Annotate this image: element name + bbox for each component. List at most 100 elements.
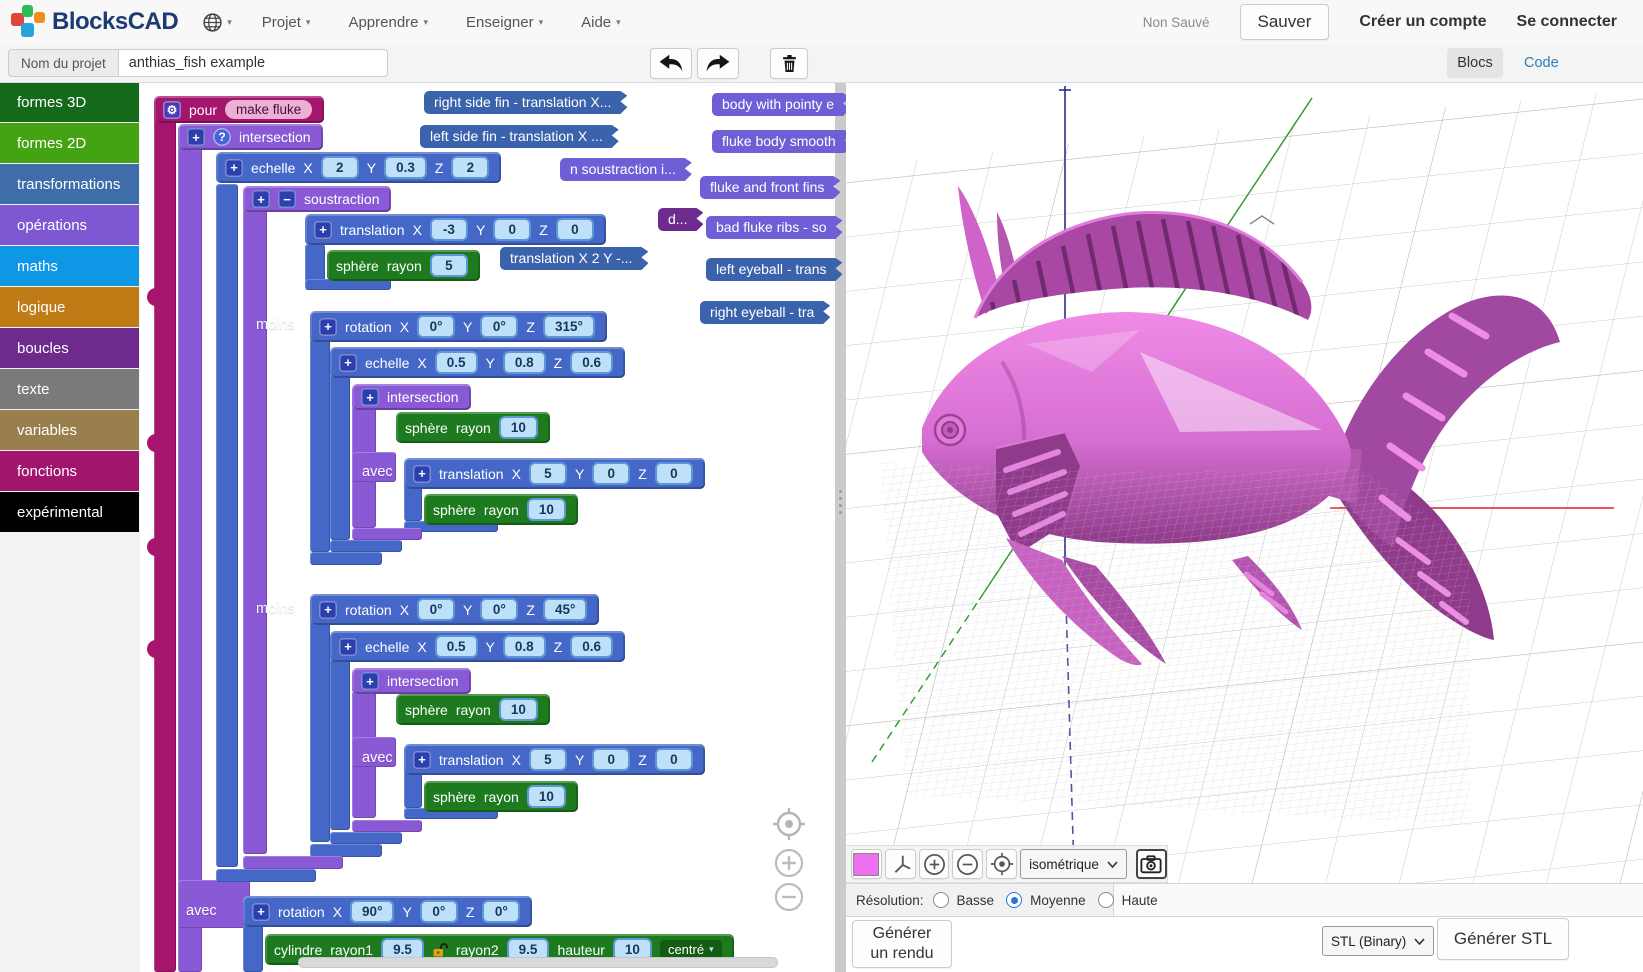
scale-block[interactable]: +echelleX0.5Y0.8Z0.6 [330, 347, 625, 378]
translate-block[interactable]: +translationX-3Y0Z0 [305, 214, 606, 245]
menu-apprendre[interactable]: Apprendre▾ [348, 14, 428, 31]
value-field[interactable]: 5 [529, 462, 567, 485]
value-field[interactable]: 0.6 [570, 351, 613, 374]
resolution-option-label[interactable]: Moyenne [1030, 893, 1086, 908]
project-name-input[interactable] [118, 49, 388, 77]
toolbox-category-maths[interactable]: maths [0, 246, 139, 286]
difference-block[interactable]: +−soustraction [243, 186, 391, 212]
value-field[interactable]: 2 [321, 156, 359, 179]
collapsed-block[interactable]: d... [658, 208, 703, 231]
toolbox-category-expérimental[interactable]: expérimental [0, 492, 139, 532]
value-field[interactable]: 45° [543, 598, 587, 621]
toolbox-category-logique[interactable]: logique [0, 287, 139, 327]
toolbox-category-formes-3d[interactable]: formes 3D [0, 82, 139, 122]
value-field[interactable]: 0.6 [570, 635, 613, 658]
zoom-out-control[interactable] [774, 882, 804, 912]
render-button[interactable]: Générer un rendu [852, 920, 952, 968]
reset-view-button[interactable] [986, 849, 1017, 879]
value-field[interactable]: 10 [527, 498, 566, 521]
workspace-vertical-scrollbar[interactable] [835, 82, 846, 972]
toggle-axes-button[interactable] [885, 849, 916, 879]
collapsed-block[interactable]: body with pointy e [712, 93, 846, 116]
value-field[interactable]: 0° [482, 900, 520, 923]
value-field[interactable]: 0 [592, 462, 630, 485]
collapsed-block[interactable]: fluke body smooth [712, 130, 846, 153]
scrollbar-grip[interactable] [837, 490, 844, 514]
create-account-link[interactable]: Créer un compte [1359, 13, 1486, 31]
collapse-button[interactable]: − [278, 190, 296, 208]
sphere-block[interactable]: sphèrerayon10 [424, 781, 578, 812]
collapsed-block[interactable]: right eyeball - tra [700, 301, 830, 324]
save-button[interactable]: Sauver [1240, 4, 1330, 40]
collapsed-block[interactable]: left eyeball - trans [706, 258, 843, 281]
resolution-option-label[interactable]: Haute [1122, 893, 1158, 908]
expand-button[interactable]: + [225, 159, 243, 177]
value-field[interactable]: 0 [655, 748, 693, 771]
expand-button[interactable]: + [252, 903, 270, 921]
render-viewport[interactable]: isométrique Résolution: BasseMoyenneHaut… [846, 82, 1643, 972]
value-field[interactable]: 5 [529, 748, 567, 771]
intersection-block[interactable]: +?intersection [178, 124, 323, 150]
rotate-block[interactable]: +rotationX90°Y0°Z0° [243, 896, 532, 927]
tab-blocs[interactable]: Blocs [1447, 48, 1503, 78]
unlocked-padlock-icon[interactable] [432, 942, 448, 958]
expand-button[interactable]: + [187, 128, 205, 146]
value-field[interactable]: 0° [480, 598, 518, 621]
collapsed-block[interactable]: left side fin - translation X ... [420, 125, 619, 148]
value-field[interactable]: 0° [420, 900, 458, 923]
help-button[interactable]: ? [213, 128, 231, 146]
expand-button[interactable]: + [314, 221, 332, 239]
expand-button[interactable]: + [339, 638, 357, 656]
menu-projet[interactable]: Projet▾ [262, 14, 311, 31]
zoom-in-control[interactable] [774, 848, 804, 878]
expand-button[interactable]: + [413, 465, 431, 483]
collapsed-block[interactable]: translation X 2 Y -... [500, 247, 648, 270]
resolution-option-label[interactable]: Basse [957, 893, 995, 908]
value-field[interactable]: 0 [592, 748, 630, 771]
resolution-radio-moyenne[interactable] [1006, 892, 1022, 908]
expand-button[interactable]: + [361, 672, 379, 690]
sphere-block[interactable]: sphèrerayon10 [424, 494, 578, 525]
sphere-block[interactable]: sphèrerayon5 [327, 250, 480, 281]
value-field[interactable]: 0.3 [384, 156, 427, 179]
sign-in-link[interactable]: Se connecter [1517, 13, 1617, 31]
collapsed-block[interactable]: n soustraction i... [560, 158, 692, 181]
toolbox-category-fonctions[interactable]: fonctions [0, 451, 139, 491]
value-field[interactable]: 0.8 [503, 635, 546, 658]
value-field[interactable]: 10 [499, 698, 538, 721]
workspace-horizontal-scrollbar[interactable] [298, 957, 778, 968]
delete-button[interactable] [770, 48, 808, 79]
value-field[interactable]: 10 [527, 785, 566, 808]
toolbox-category-transformations[interactable]: transformations [0, 164, 139, 204]
toolbox-category-opérations[interactable]: opérations [0, 205, 139, 245]
collapsed-block[interactable]: fluke and front fins [700, 176, 840, 199]
expand-button[interactable]: + [413, 751, 431, 769]
value-field[interactable]: 90° [350, 900, 394, 923]
value-field[interactable]: 2 [451, 156, 489, 179]
value-field[interactable]: 0° [417, 315, 455, 338]
expand-button[interactable]: + [361, 388, 379, 406]
value-field[interactable]: 5 [430, 254, 468, 277]
tab-code[interactable]: Code [1518, 48, 1565, 78]
value-field[interactable]: -3 [430, 218, 468, 241]
blockly-workspace[interactable]: moinsavecmoinsavecavec⚙pourmake fluke+?i… [140, 82, 846, 972]
toolbox-category-formes-2d[interactable]: formes 2D [0, 123, 139, 163]
resolution-radio-basse[interactable] [933, 892, 949, 908]
value-field[interactable]: 0.5 [435, 351, 478, 374]
collapsed-block[interactable]: bad fluke ribs - so [706, 216, 843, 239]
language-menu[interactable]: ▾ [202, 12, 232, 33]
intersection-block[interactable]: +intersection [352, 384, 471, 410]
collapsed-block[interactable]: right side fin - translation X... [424, 91, 627, 114]
rotate-block[interactable]: +rotationX0°Y0°Z315° [310, 311, 607, 342]
stl-format-select[interactable]: STL (Binary) [1322, 926, 1434, 956]
value-field[interactable]: 10 [499, 416, 538, 439]
mutator-gear-icon[interactable]: ⚙ [163, 101, 181, 119]
expand-button[interactable]: + [339, 354, 357, 372]
menu-enseigner[interactable]: Enseigner▾ [466, 14, 543, 31]
model-color-button[interactable] [851, 849, 882, 879]
zoom-reset-control[interactable] [772, 807, 806, 841]
scale-block[interactable]: +echelleX0.5Y0.8Z0.6 [330, 631, 625, 662]
value-field[interactable]: 315° [543, 315, 595, 338]
value-field[interactable]: 0 [493, 218, 531, 241]
redo-button[interactable] [697, 48, 739, 79]
